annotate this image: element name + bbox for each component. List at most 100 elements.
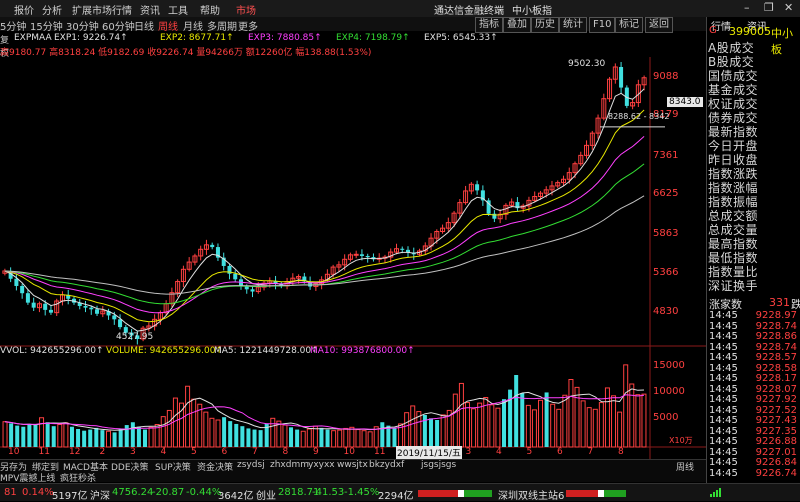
tab-15min[interactable]: 15分钟: [30, 18, 63, 33]
tab-5min[interactable]: 5分钟: [0, 18, 26, 33]
signal-icon: [710, 488, 722, 497]
ema-line: [4, 195, 645, 295]
volume-bar: [166, 409, 172, 448]
tick-price: 9228.86: [755, 331, 797, 342]
menu-analysis[interactable]: 分析: [42, 2, 62, 17]
volume-bar: [76, 429, 81, 447]
btn-history[interactable]: 历史: [531, 17, 559, 33]
x-axis-label: 11: [38, 447, 50, 457]
sidebar-menu-item[interactable]: 深证换手: [708, 277, 758, 294]
volume-bar: [502, 399, 507, 447]
volume-bar: [343, 427, 349, 448]
volume-bar: [410, 405, 416, 448]
tick-time: 14:45: [709, 457, 738, 468]
promo-tabs: MPV震撼上线 疯狂秒杀: [0, 471, 706, 484]
idx3-pct: -1.45%: [344, 487, 380, 498]
btn-overlay[interactable]: 叠加: [503, 17, 531, 33]
volume-bar: [112, 432, 117, 447]
status-bar: 81 0.14% 5197亿 沪深 4756.24 -20.87 -0.44% …: [0, 483, 800, 502]
x-axis-label: 6: [557, 447, 563, 457]
vol-axis-tick: 10000: [653, 386, 685, 397]
tab-more[interactable]: 更多: [238, 18, 258, 33]
volume-bar: [100, 430, 105, 447]
volume-bar: [306, 428, 312, 448]
volume-bar: [185, 385, 191, 448]
restore-icon[interactable]: ❐: [764, 1, 774, 14]
date-tag: 2019/11/15/五: [396, 446, 462, 459]
x-axis-label: 8: [282, 447, 289, 457]
menu-quote[interactable]: 报价: [14, 2, 34, 17]
menu-ext-market[interactable]: 扩展市场行情: [72, 2, 132, 17]
tab-daily[interactable]: 日线: [134, 18, 154, 33]
x-axis-label: 7: [587, 447, 594, 457]
candle-body: [359, 254, 364, 256]
menu-help[interactable]: 帮助: [200, 2, 220, 17]
menu-tools[interactable]: 工具: [168, 2, 188, 17]
tab-zsydsj[interactable]: zsydsj: [237, 460, 265, 470]
tick-time: 14:45: [709, 425, 738, 437]
volume-bar: [105, 430, 111, 448]
tick-time: 14:45: [709, 310, 738, 321]
exp5-label: EXP5: 6545.33↑: [424, 33, 498, 43]
volume-bar: [27, 423, 32, 447]
chart-area[interactable]: [0, 57, 706, 459]
btn-stats[interactable]: 统计: [559, 17, 587, 33]
indicator-name[interactable]: EXPMAA: [14, 33, 52, 43]
candle-body: [89, 307, 94, 310]
volume-bar: [580, 400, 586, 448]
volume-bar: [435, 420, 440, 447]
volume-bar: [428, 418, 433, 447]
candle-body: [365, 255, 370, 258]
ema-line: [4, 88, 645, 332]
ma10-label: MA10: 993876800.00↑: [310, 346, 415, 356]
volume-bar: [550, 403, 556, 448]
volume-bar: [130, 422, 135, 447]
volume-bar: [300, 430, 306, 448]
btn-mark[interactable]: 标记: [615, 17, 643, 33]
btn-f10[interactable]: F10: [589, 17, 616, 33]
vvol-label: VVOL: 942655296.00↑: [0, 346, 104, 356]
candle-body: [25, 293, 30, 303]
menu-market[interactable]: 市场: [236, 2, 256, 17]
volume-bar: [289, 427, 294, 447]
minimize-icon[interactable]: –: [744, 1, 750, 14]
close-icon[interactable]: ✕: [784, 1, 793, 14]
volume-bar: [562, 394, 568, 448]
tab-wwsjtx[interactable]: wwsjtx: [337, 460, 368, 470]
volume-bar: [641, 393, 647, 448]
volume-bar: [556, 408, 562, 448]
x-axis-label: 4: [160, 447, 167, 457]
volume-bar: [39, 417, 45, 448]
menu-news[interactable]: 资讯: [140, 2, 160, 17]
tab-60min[interactable]: 60分钟: [102, 18, 135, 33]
exp4-label: EXP4: 7198.79↑: [336, 33, 410, 43]
tab-weekly[interactable]: 周线: [158, 18, 178, 33]
volume-bar: [57, 424, 63, 448]
tick-time: 14:45: [709, 394, 738, 405]
volume-bar: [148, 426, 154, 448]
tab-zhxdmm[interactable]: zhxdmm: [270, 460, 309, 470]
candle-body: [475, 184, 480, 191]
tab-jsgsjsgs[interactable]: jsgsjsgs: [421, 460, 456, 470]
volume-bar: [440, 414, 446, 448]
tab-yxyxx[interactable]: yxyxx: [308, 460, 335, 470]
tab-monthly[interactable]: 月线: [183, 18, 203, 33]
tick-price: 9228.57: [755, 352, 797, 363]
tick-price: 9226.88: [755, 436, 797, 447]
volume-bar: [240, 426, 245, 447]
volume-bar: [160, 416, 166, 448]
candle-body: [112, 315, 117, 320]
candle-body: [14, 278, 19, 286]
volume-bar: [222, 417, 227, 447]
tick-price: 9227.01: [755, 446, 797, 458]
tab-bkzydxf[interactable]: bkzydxf: [369, 460, 404, 470]
candle-body: [353, 253, 359, 256]
tick-time: 14:45: [709, 373, 738, 384]
volume-bar: [489, 404, 495, 448]
volume-bar: [592, 408, 598, 448]
volume-legend: VVOL: 942655296.00↑ VOLUME: 942655296.00…: [0, 346, 706, 357]
tab-30min[interactable]: 30分钟: [66, 18, 99, 33]
btn-back[interactable]: 返回: [645, 17, 673, 33]
btn-indicator[interactable]: 指标: [475, 17, 503, 33]
tab-multi[interactable]: 多周期: [207, 18, 237, 33]
